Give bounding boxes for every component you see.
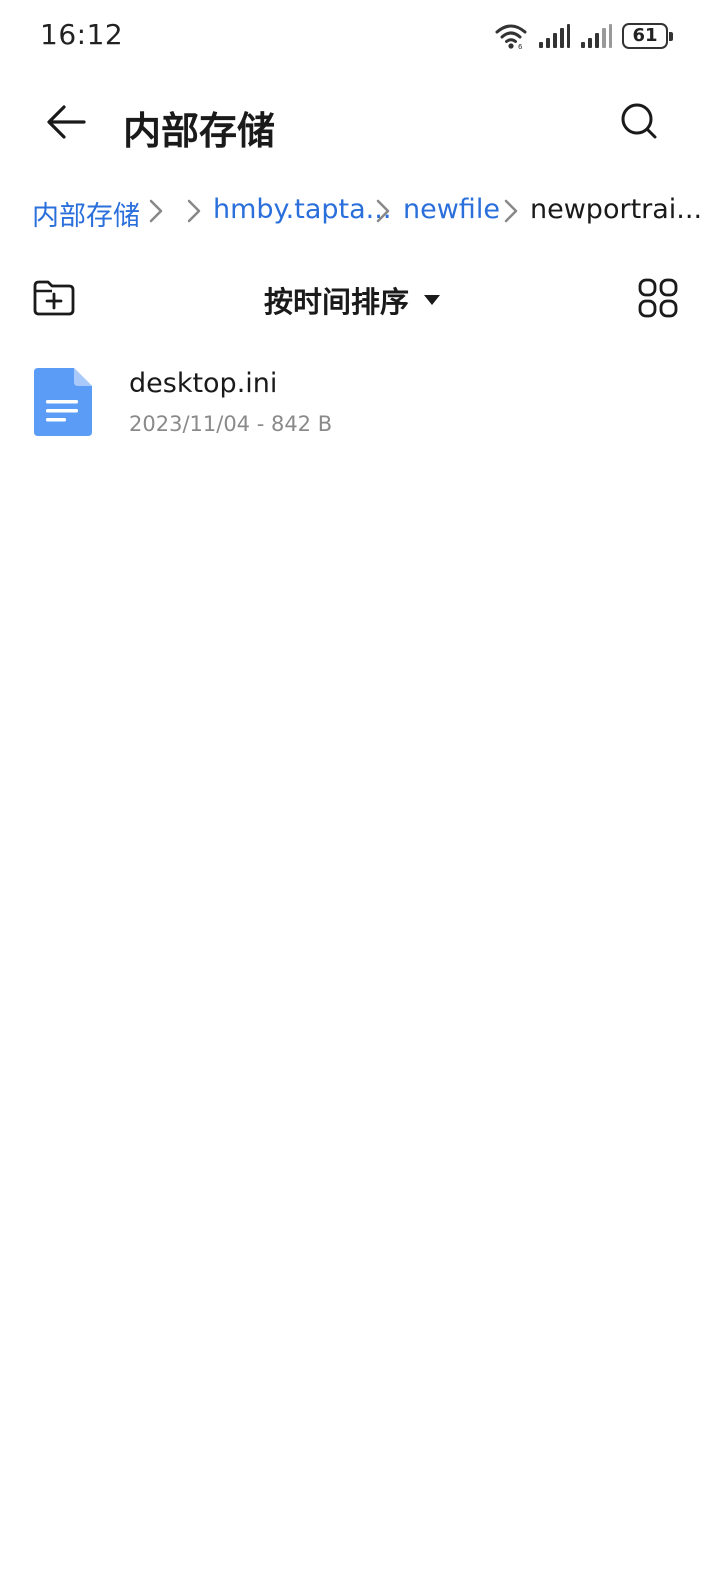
search-button[interactable]: [610, 94, 670, 154]
back-button[interactable]: [36, 94, 96, 154]
file-list: desktop.ini 2023/11/04 - 842 B: [0, 356, 720, 452]
grid-view-icon: [637, 277, 679, 323]
status-bar: 16:12 6 61: [0, 0, 720, 72]
status-time: 16:12: [40, 18, 124, 51]
new-folder-button[interactable]: [28, 274, 80, 326]
file-manager-screen: 16:12 6 61 内部存储 内部存储 hmby.tapta... newfi…: [0, 0, 720, 1592]
file-name: desktop.ini: [129, 368, 278, 399]
file-meta: 2023/11/04 - 842 B: [129, 412, 333, 436]
chevron-right-icon: [501, 198, 521, 224]
title-bar: 内部存储: [0, 84, 720, 164]
battery-level: 61: [632, 25, 658, 46]
sort-button[interactable]: 按时间排序: [264, 276, 441, 324]
svg-text:6: 6: [518, 43, 523, 50]
chevron-right-icon: [184, 198, 204, 224]
triangle-down-icon: [423, 291, 441, 310]
chevron-right-icon: [373, 198, 393, 224]
breadcrumb-item-internal-storage[interactable]: 内部存储: [32, 194, 140, 233]
breadcrumb-item-current[interactable]: newportrai...: [530, 194, 702, 225]
signal-icon: [580, 23, 612, 49]
signal-icon: [538, 23, 570, 49]
list-item[interactable]: desktop.ini 2023/11/04 - 842 B: [0, 356, 720, 452]
breadcrumb-item-hmby[interactable]: hmby.tapta...: [213, 194, 391, 225]
chevron-right-icon: [146, 198, 166, 224]
document-icon: [32, 366, 96, 438]
search-icon: [619, 101, 661, 147]
status-icons: 6 61: [494, 20, 673, 52]
wifi-icon: 6: [494, 22, 528, 50]
toolbar: 按时间排序: [0, 270, 720, 330]
breadcrumb: 内部存储 hmby.tapta... newfile newportrai...: [0, 186, 720, 236]
sort-label: 按时间排序: [264, 285, 410, 319]
arrow-left-icon: [44, 102, 88, 146]
grid-view-button[interactable]: [632, 274, 684, 326]
folder-plus-icon: [31, 278, 77, 322]
battery-icon: 61: [622, 23, 673, 49]
page-title: 内部存储: [123, 109, 276, 153]
breadcrumb-item-newfile[interactable]: newfile: [403, 194, 500, 225]
